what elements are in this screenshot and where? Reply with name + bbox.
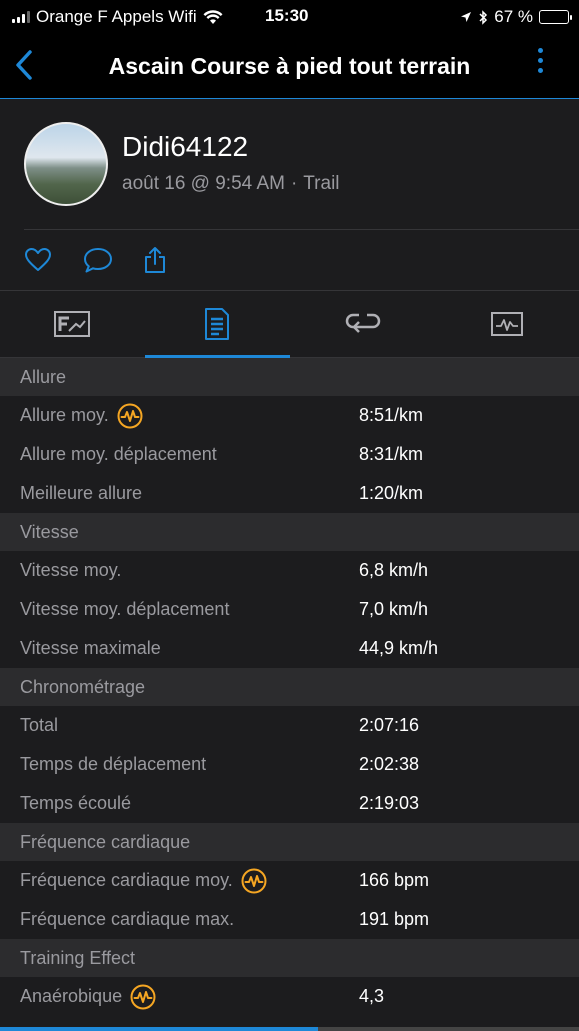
- stat-value: 1:20/km: [359, 483, 424, 503]
- stat-value: 2:19:03: [359, 793, 420, 813]
- heart-rate-icon: [241, 868, 267, 893]
- scroll-indicator: [0, 1027, 579, 1031]
- stat-label: Vitesse maximale: [20, 638, 359, 659]
- page-title: Ascain Course à pied tout terrain: [108, 52, 471, 79]
- avatar[interactable]: [24, 122, 108, 206]
- tab-charts[interactable]: [434, 291, 579, 357]
- bluetooth-icon: [479, 9, 488, 25]
- stat-row: Allure moy. 8:51/km: [0, 396, 579, 435]
- status-time: 15:30: [265, 6, 309, 25]
- stat-label-text: Total: [20, 715, 59, 735]
- like-heart-icon[interactable]: [24, 247, 52, 273]
- stat-label: Allure moy.: [20, 403, 359, 429]
- stat-row: Vitesse maximale 44,9 km/h: [0, 629, 579, 668]
- stat-label-text: Allure moy. déplacement: [20, 444, 217, 464]
- heart-rate-icon: [130, 984, 156, 1009]
- stat-value: 2:07:16: [359, 715, 420, 735]
- stat-value: 2:02:38: [359, 754, 420, 774]
- stat-label-text: Fréquence cardiaque moy.: [20, 870, 233, 890]
- activity-date: août 16 @ 9:54 AM: [122, 173, 285, 194]
- stat-value: 4,3: [359, 986, 385, 1006]
- stat-value: 8:51/km: [359, 405, 424, 425]
- stat-label: Meilleure allure: [20, 483, 359, 504]
- stat-label: Anaérobique: [20, 984, 359, 1010]
- stats-list: Allure Allure moy. 8:51/km Allure moy. dépl…: [0, 358, 579, 1016]
- stat-label-text: Vitesse moy. déplacement: [20, 599, 230, 619]
- stat-label: Total: [20, 715, 359, 736]
- stat-label: Temps écoulé: [20, 793, 359, 814]
- stat-row: Temps écoulé 2:19:03: [0, 784, 579, 823]
- nav-bar: Ascain Course à pied tout terrain: [0, 34, 579, 99]
- carrier-label: Orange F Appels Wifi: [36, 7, 197, 26]
- stat-value: 7,0 km/h: [359, 599, 429, 619]
- stat-value: 8:31/km: [359, 444, 424, 464]
- stat-row: Allure moy. déplacement 8:31/km: [0, 435, 579, 474]
- stat-label: Fréquence cardiaque moy.: [20, 868, 359, 894]
- stat-label-text: Vitesse moy.: [20, 560, 122, 580]
- activity-meta: août 16 @ 9:54 AM · Trail: [122, 173, 340, 195]
- stat-label: Vitesse moy.: [20, 560, 359, 581]
- battery-icon: [539, 10, 572, 24]
- comment-bubble-icon[interactable]: [82, 246, 114, 274]
- stat-label-text: Meilleure allure: [20, 483, 143, 503]
- profile-header: Didi64122 août 16 @ 9:54 AM · Trail: [0, 99, 579, 229]
- tab-overview[interactable]: [0, 291, 145, 357]
- laps-loop-icon: [345, 313, 381, 333]
- stat-value: 6,8 km/h: [359, 560, 429, 580]
- stat-label-text: Anaérobique: [20, 986, 123, 1006]
- stat-label-text: Vitesse maximale: [20, 638, 161, 658]
- section-header: Training Effect: [0, 939, 579, 977]
- stat-row: Vitesse moy. 6,8 km/h: [0, 551, 579, 590]
- heart-rate-icon: [117, 403, 143, 428]
- status-bar-right: 67 %: [460, 7, 572, 27]
- stat-row: Fréquence cardiaque moy. 166 bpm: [0, 861, 579, 900]
- stat-label-text: Temps écoulé: [20, 793, 132, 813]
- more-options-icon[interactable]: [538, 48, 543, 73]
- stat-value: 44,9 km/h: [359, 638, 439, 658]
- status-bar-left: Orange F Appels Wifi: [12, 7, 223, 27]
- signal-icon: [12, 11, 30, 23]
- stat-label-text: Temps de déplacement: [20, 754, 207, 774]
- section-header: Chronométrage: [0, 668, 579, 706]
- status-bar: Orange F Appels Wifi 15:30 67 %: [0, 0, 579, 34]
- stat-row: Total 2:07:16: [0, 706, 579, 745]
- stat-row: Anaérobique 4,3: [0, 977, 579, 1016]
- tab-laps[interactable]: [290, 291, 435, 357]
- stat-row: Vitesse moy. déplacement 7,0 km/h: [0, 590, 579, 629]
- stat-row: Fréquence cardiaque max. 191 bpm: [0, 900, 579, 939]
- social-actions: [24, 229, 579, 290]
- section-header: Vitesse: [0, 513, 579, 551]
- stat-value: 191 bpm: [359, 909, 430, 929]
- share-icon[interactable]: [144, 246, 166, 274]
- stat-label: Allure moy. déplacement: [20, 444, 359, 465]
- stat-label-text: Fréquence cardiaque max.: [20, 909, 235, 929]
- username[interactable]: Didi64122: [122, 131, 248, 163]
- stat-row: Temps de déplacement 2:02:38: [0, 745, 579, 784]
- wifi-icon: [203, 9, 223, 24]
- section-header: Fréquence cardiaque: [0, 823, 579, 861]
- stat-value: 166 bpm: [359, 870, 430, 890]
- section-header: Allure: [0, 358, 579, 396]
- heart-rate-chart-icon: [490, 312, 523, 336]
- stat-label: Vitesse moy. déplacement: [20, 599, 359, 620]
- battery-percent: 67 %: [494, 7, 533, 26]
- chart-overview-icon: [54, 311, 91, 337]
- back-chevron-icon[interactable]: [14, 49, 34, 81]
- stat-row: Meilleure allure 1:20/km: [0, 474, 579, 513]
- stat-label: Fréquence cardiaque max.: [20, 909, 359, 930]
- activity-tabs: [0, 290, 579, 358]
- activity-type: Trail: [303, 173, 340, 194]
- location-arrow-icon: [461, 12, 472, 22]
- meta-separator: ·: [290, 173, 298, 194]
- stat-label-text: Allure moy.: [20, 405, 109, 425]
- tab-stats[interactable]: [144, 291, 290, 358]
- stats-list-icon: [205, 308, 230, 340]
- stat-label: Temps de déplacement: [20, 754, 359, 775]
